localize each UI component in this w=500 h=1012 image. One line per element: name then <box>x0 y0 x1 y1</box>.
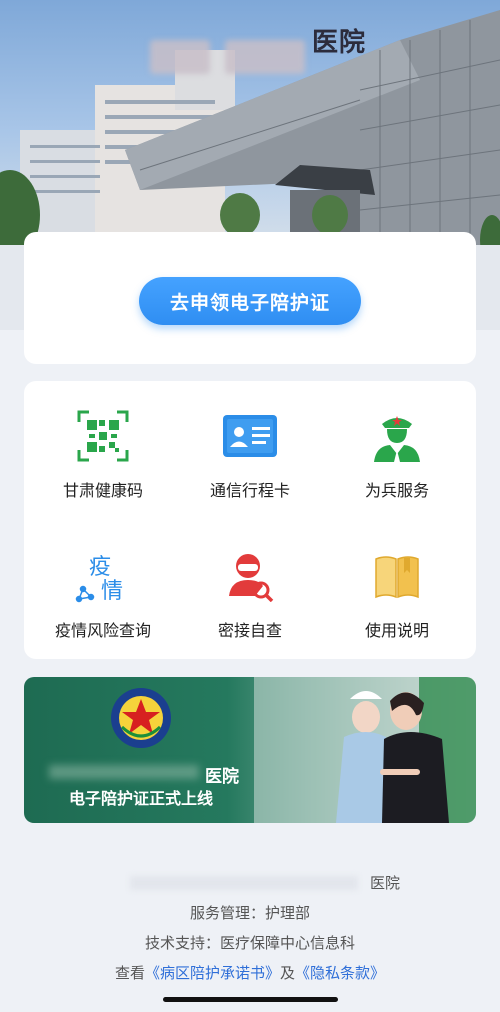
footer-and: 及 <box>280 964 296 982</box>
epidemic-char-2: 情 <box>101 579 124 604</box>
grid-label: 密接自查 <box>217 621 282 640</box>
footer-management: 服务管理：护理部 <box>189 904 310 922</box>
epidemic-icon: 疫 情 <box>75 549 131 604</box>
hero-hospital-sign: 医院 <box>312 28 367 58</box>
id-card-icon <box>222 409 278 463</box>
apply-card: 去申领电子陪护证 <box>24 232 476 364</box>
grid-label: 疫情风险查询 <box>54 621 151 640</box>
commitment-link[interactable]: 《病区陪护承诺书》 <box>145 964 280 982</box>
promo-banner[interactable]: 医院 电子陪护证正式上线 <box>24 677 476 823</box>
footer-support: 技术支持：医疗保障中心信息科 <box>144 934 355 952</box>
apply-certificate-button[interactable]: 去申领电子陪护证 <box>139 277 361 325</box>
banner-title-hospital: 医院 <box>205 767 239 787</box>
privacy-link[interactable]: 《隐私条款》 <box>295 964 385 982</box>
grid-label: 为兵服务 <box>364 481 429 500</box>
banner-blur <box>49 765 199 779</box>
grid-item-gansu-health-code[interactable]: 甘肃健康码 <box>28 381 178 501</box>
qr-code-icon <box>75 409 131 463</box>
grid-item-close-contact-check[interactable]: 密接自查 <box>175 521 325 641</box>
grid-item-instructions[interactable]: 使用说明 <box>322 521 472 641</box>
contact-check-icon <box>222 549 278 603</box>
grid-item-soldier-service[interactable]: 为兵服务 <box>322 381 472 501</box>
soldier-icon <box>369 409 425 463</box>
grid-label: 使用说明 <box>364 621 429 640</box>
services-grid-card: 甘肃健康码 通信行程卡 为兵服务 疫 情 疫情风险查询 密接自查 使用说明 <box>24 381 476 659</box>
grid-item-travel-card[interactable]: 通信行程卡 <box>175 381 325 501</box>
military-emblem-icon <box>110 687 172 749</box>
hero-blur-b <box>225 40 305 74</box>
footer-links: 查看《病区陪护承诺书》及《隐私条款》 <box>0 962 500 983</box>
grid-label: 通信行程卡 <box>209 481 290 500</box>
book-icon <box>369 549 425 603</box>
grid-label: 甘肃健康码 <box>62 481 143 500</box>
footer-view-prefix: 查看 <box>114 964 145 982</box>
footer-hospital-name: 医院 <box>369 874 400 892</box>
grid-item-epidemic-risk-query[interactable]: 疫 情 疫情风险查询 <box>28 521 178 641</box>
home-indicator[interactable] <box>163 997 338 1002</box>
banner-title-launch: 电子陪护证正式上线 <box>69 789 214 808</box>
hero-blur-a <box>150 40 210 74</box>
